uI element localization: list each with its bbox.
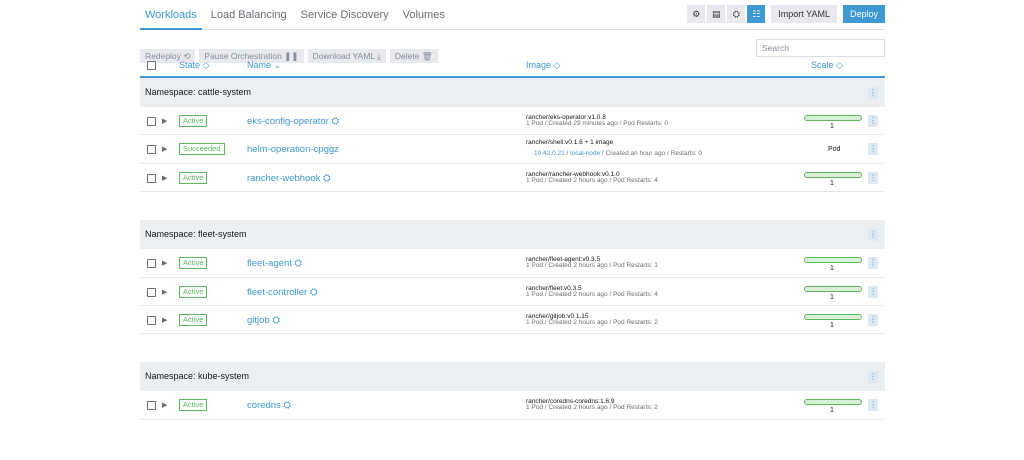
namespace-menu-icon[interactable]: ⋮ bbox=[868, 229, 878, 242]
row-checkbox[interactable] bbox=[147, 401, 156, 411]
status-badge: Active bbox=[179, 257, 208, 270]
workload-groups: Namespace: cattle-system ⋮ ▶ Active eks-conf… bbox=[140, 78, 885, 420]
scale-value: Pod bbox=[828, 146, 841, 154]
namespace-menu-icon[interactable]: ⋮ bbox=[868, 371, 878, 384]
image-detail: 1 Pod / Created 29 minutes ago / Pod Res… bbox=[526, 120, 668, 127]
table-row[interactable]: ▶ Active fleet-agent ⛭ rancher/fleet-agent:… bbox=[140, 249, 885, 278]
workload-name-link[interactable]: fleet-controller ⛭ bbox=[247, 287, 317, 298]
deploy-button[interactable]: Deploy bbox=[842, 5, 885, 23]
workload-name-link[interactable]: helm-operation-cpggz bbox=[247, 144, 339, 155]
scale-bar[interactable] bbox=[804, 399, 862, 406]
folder-icon[interactable]: ⛭ bbox=[727, 5, 746, 23]
table-row[interactable]: ▶ Active coredns ⛭ rancher/coredns-coredns:… bbox=[140, 391, 885, 420]
image-detail: 1 Pod / Created 2 hours ago / Pod Restar… bbox=[526, 404, 658, 412]
image-detail: 1 Pod / Created 2 hours ago / Pod Restar… bbox=[526, 176, 658, 184]
image-detail: 1 Pod / Created 2 hours ago / Pod Restar… bbox=[526, 318, 658, 326]
scale-value: 1 bbox=[830, 321, 834, 329]
search-input[interactable]: Search bbox=[756, 39, 885, 57]
workload-name-link[interactable]: rancher-webhook ⛭ bbox=[247, 173, 331, 184]
list-icon[interactable]: ▤ bbox=[707, 5, 726, 23]
expand-arrow-icon[interactable]: ▶ bbox=[162, 174, 167, 182]
row-checkbox[interactable] bbox=[147, 287, 156, 297]
pod-ip-link[interactable]: 10.42.0.21 bbox=[534, 150, 565, 157]
import-yaml-button[interactable]: Import YAML bbox=[771, 5, 837, 23]
status-badge: Active bbox=[179, 115, 208, 127]
namespace-header: Namespace: fleet-system ⋮ bbox=[140, 220, 885, 250]
scale-bar[interactable] bbox=[804, 115, 862, 121]
table-row[interactable]: ▶ Active rancher-webhook ⛭ rancher/rancher-… bbox=[140, 164, 885, 193]
row-checkbox[interactable] bbox=[147, 145, 156, 155]
table-row[interactable]: ▶ Succeeded helm-operation-cpggz rancher/sh… bbox=[140, 135, 885, 164]
scale-bar[interactable] bbox=[804, 171, 862, 178]
namespace-label: Namespace: cattle-system bbox=[145, 87, 252, 97]
scale-bar[interactable] bbox=[804, 313, 862, 320]
scale-bar[interactable] bbox=[804, 285, 862, 292]
workloads-page: Workloads Load Balancing Service Discove… bbox=[140, 0, 885, 420]
status-badge: Active bbox=[179, 313, 208, 326]
scale-value: 1 bbox=[830, 293, 834, 301]
namespace-header: Namespace: cattle-system ⋮ bbox=[140, 78, 885, 107]
workload-name-link[interactable]: coredns ⛭ bbox=[247, 400, 291, 411]
namespace-header: Namespace: kube-system ⋮ bbox=[140, 362, 885, 392]
row-menu-icon[interactable]: ⋮ bbox=[868, 313, 878, 326]
table-row[interactable]: ▶ Active fleet-controller ⛭ rancher/fleet:v… bbox=[140, 278, 885, 306]
namespace-menu-icon[interactable]: ⋮ bbox=[868, 87, 878, 99]
table-row[interactable]: ▶ Active gitjob ⛭ rancher/gitjob:v0.1.15 1 P… bbox=[140, 306, 885, 335]
status-badge: Active bbox=[179, 171, 208, 184]
scale-value: 1 bbox=[830, 407, 834, 415]
namespace-label: Namespace: fleet-system bbox=[145, 229, 247, 240]
table-row[interactable]: ▶ Active eks-config-operator ⛭ rancher/eks-… bbox=[140, 107, 885, 136]
table-header: State ◇ Name ⌄ Image ◇ Scale ◇ bbox=[140, 58, 885, 78]
select-all-checkbox[interactable] bbox=[147, 61, 156, 70]
workload-name-link[interactable]: fleet-agent ⛭ bbox=[247, 258, 302, 269]
top-tab-bar: Workloads Load Balancing Service Discove… bbox=[140, 0, 885, 30]
row-menu-icon[interactable]: ⋮ bbox=[868, 171, 878, 184]
column-image[interactable]: Image ◇ bbox=[526, 60, 560, 71]
node-link[interactable]: local-node bbox=[570, 150, 600, 157]
scale-value: 1 bbox=[830, 265, 834, 273]
tab-volumes[interactable]: Volumes bbox=[403, 0, 445, 30]
column-name[interactable]: Name ⌄ bbox=[247, 60, 281, 71]
expand-arrow-icon[interactable]: ▶ bbox=[162, 288, 167, 296]
row-checkbox[interactable] bbox=[147, 173, 156, 183]
tab-workloads[interactable]: Workloads bbox=[140, 0, 202, 30]
row-menu-icon[interactable]: ⋮ bbox=[868, 143, 878, 156]
expand-arrow-icon[interactable]: ▶ bbox=[162, 145, 167, 153]
image-detail: 1 Pod / Created 2 hours ago / Pod Restar… bbox=[526, 290, 658, 298]
workload-name-link[interactable]: eks-config-operator ⛭ bbox=[247, 116, 339, 127]
namespace-label: Namespace: kube-system bbox=[145, 371, 250, 382]
row-checkbox[interactable] bbox=[147, 315, 156, 325]
tab-load-balancing[interactable]: Load Balancing bbox=[211, 0, 287, 30]
row-menu-icon[interactable]: ⋮ bbox=[868, 257, 878, 270]
tab-service-discovery[interactable]: Service Discovery bbox=[301, 0, 389, 30]
status-badge: Active bbox=[179, 399, 208, 412]
detail-tail: / Created an hour ago / Restarts: 0 bbox=[600, 150, 703, 158]
image-name: rancher/shell:v0.1.6 + 1 image bbox=[526, 139, 614, 147]
column-state[interactable]: State ◇ bbox=[179, 60, 209, 71]
node-icon[interactable]: ☷ bbox=[747, 5, 766, 23]
row-checkbox[interactable] bbox=[147, 259, 156, 269]
status-badge: Succeeded bbox=[179, 143, 225, 156]
row-menu-icon[interactable]: ⋮ bbox=[868, 115, 878, 127]
status-badge: Active bbox=[179, 285, 208, 298]
image-detail: 10.42.0.21 / local-node / Created an hou… bbox=[534, 150, 702, 157]
expand-arrow-icon[interactable]: ▶ bbox=[162, 117, 167, 125]
row-menu-icon[interactable]: ⋮ bbox=[868, 399, 878, 412]
expand-arrow-icon[interactable]: ▶ bbox=[162, 316, 167, 324]
top-controls: ⚙ ▤ ⛭ ☷ Import YAML Deploy bbox=[685, 5, 885, 23]
expand-arrow-icon[interactable]: ▶ bbox=[162, 259, 167, 267]
expand-arrow-icon[interactable]: ▶ bbox=[162, 401, 167, 409]
row-menu-icon[interactable]: ⋮ bbox=[868, 285, 878, 298]
row-checkbox[interactable] bbox=[147, 117, 156, 126]
image-detail: 1 Pod / Created 2 hours ago / Pod Restar… bbox=[526, 262, 658, 270]
workload-name-link[interactable]: gitjob ⛭ bbox=[247, 315, 280, 326]
scale-value: 1 bbox=[830, 179, 834, 187]
column-scale[interactable]: Scale ◇ bbox=[811, 60, 843, 71]
scale-bar[interactable] bbox=[804, 257, 862, 264]
gear-icon[interactable]: ⚙ bbox=[687, 5, 706, 23]
scale-value: 1 bbox=[830, 123, 834, 130]
